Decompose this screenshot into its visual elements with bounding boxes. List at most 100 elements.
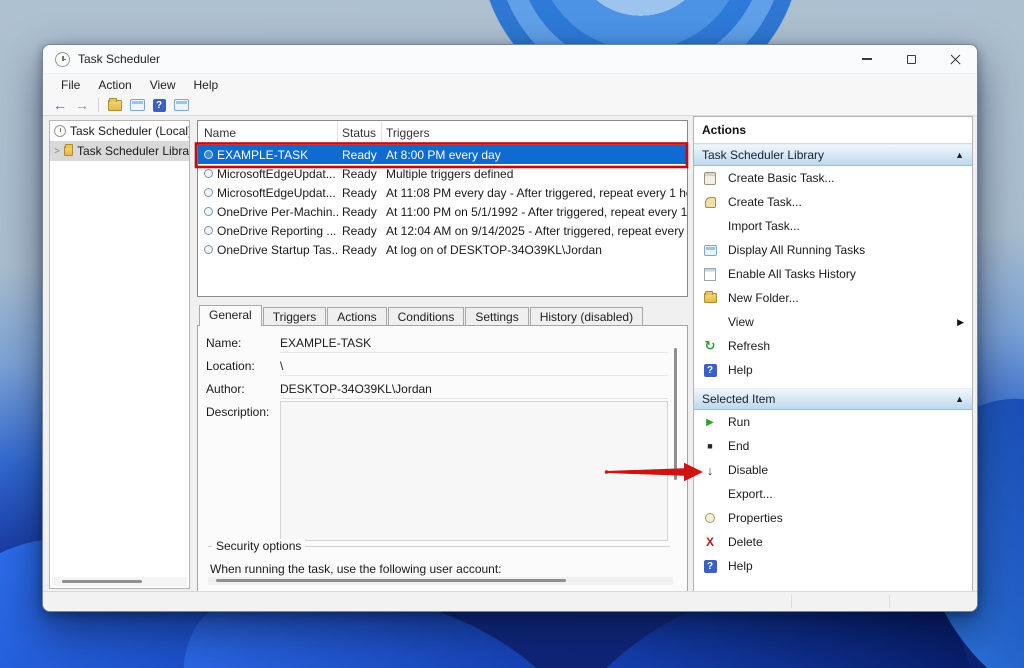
task-clock-icon [204, 169, 213, 178]
table-row[interactable]: MicrosoftEdgeUpdat... Ready Multiple tri… [198, 164, 687, 183]
minimize-icon [862, 58, 872, 59]
menu-help[interactable]: Help [186, 76, 227, 94]
create-basic-task-icon [702, 172, 718, 185]
action-enable-all-tasks-history[interactable]: Enable All Tasks History [694, 262, 972, 286]
tab-conditions[interactable]: Conditions [388, 307, 465, 326]
general-tab-panel: Name: EXAMPLE-TASK Location: \ Author: D… [197, 325, 688, 592]
end-icon: ■ [702, 441, 718, 451]
location-label: Location: [206, 359, 280, 376]
column-header-name[interactable]: Name [198, 121, 338, 144]
minimize-button[interactable] [845, 45, 889, 73]
action-help-library[interactable]: ? Help [694, 358, 972, 382]
action-end[interactable]: ■ End [694, 434, 972, 458]
collapse-icon[interactable]: ▲ [955, 394, 964, 404]
console-tree-pane: Task Scheduler (Local) > Task Scheduler … [49, 120, 190, 589]
tab-settings[interactable]: Settings [465, 307, 528, 326]
tree-horizontal-scrollbar[interactable] [52, 577, 187, 586]
name-label: Name: [206, 336, 280, 353]
maximize-button[interactable] [889, 45, 933, 73]
action-export[interactable]: Export... [694, 482, 972, 506]
menu-file[interactable]: File [53, 76, 88, 94]
tree-item-task-scheduler-local[interactable]: Task Scheduler (Local) [50, 121, 189, 141]
action-create-basic-task[interactable]: Create Basic Task... [694, 166, 972, 190]
task-list-header: Name Status Triggers [198, 121, 687, 145]
action-run[interactable]: ▶ Run [694, 410, 972, 434]
collapse-icon[interactable]: ▲ [955, 150, 964, 160]
window-content: Task Scheduler (Local) > Task Scheduler … [43, 116, 977, 591]
task-triggers: At 12:04 AM on 9/14/2025 - After trigger… [382, 221, 687, 240]
close-button[interactable] [933, 45, 977, 73]
maximize-icon [907, 55, 916, 64]
task-clock-icon [204, 207, 213, 216]
submenu-chevron-icon: ▶ [957, 317, 964, 328]
console-window-icon [130, 99, 145, 111]
name-value: EXAMPLE-TASK [280, 336, 668, 353]
action-disable[interactable]: ↓ Disable [694, 458, 972, 482]
action-new-folder[interactable]: New Folder... [694, 286, 972, 310]
task-clock-icon [204, 245, 213, 254]
task-clock-icon [204, 188, 213, 197]
table-row[interactable]: MicrosoftEdgeUpdat... Ready At 11:08 PM … [198, 183, 687, 202]
task-name: OneDrive Startup Tas... [217, 243, 338, 257]
help-icon: ? [702, 560, 718, 573]
show-hide-tree-button[interactable] [106, 97, 124, 114]
table-row[interactable]: OneDrive Per-Machin... Ready At 11:00 PM… [198, 202, 687, 221]
details-vertical-scrollbar[interactable] [674, 348, 677, 480]
tree-scroll-thumb[interactable] [62, 580, 142, 583]
toolbar-help-button[interactable]: ? [150, 97, 168, 114]
action-refresh[interactable]: ↻ Refresh [694, 334, 972, 358]
details-scroll-thumb[interactable] [216, 579, 566, 582]
properties-clock-icon [702, 513, 718, 523]
menu-action[interactable]: Action [90, 76, 139, 94]
table-row-example-task[interactable]: EXAMPLE-TASK Ready At 8:00 PM every day [198, 145, 687, 164]
task-name: EXAMPLE-TASK [217, 148, 308, 162]
task-status: Ready [338, 221, 382, 240]
security-options-label: Security options [212, 539, 305, 553]
tab-general[interactable]: General [199, 305, 262, 326]
actions-pane: Actions Task Scheduler Library ▲ Create … [693, 116, 973, 593]
section-header-task-scheduler-library[interactable]: Task Scheduler Library ▲ [694, 144, 972, 166]
task-status: Ready [338, 145, 382, 164]
security-options-group: Security options [208, 546, 670, 547]
action-view[interactable]: View ▶ [694, 310, 972, 334]
tab-triggers[interactable]: Triggers [263, 307, 327, 326]
details-horizontal-scrollbar[interactable] [208, 577, 673, 585]
action-properties[interactable]: Properties [694, 506, 972, 530]
action-display-all-running-tasks[interactable]: Display All Running Tasks [694, 238, 972, 262]
section-header-label: Task Scheduler Library [702, 148, 824, 162]
disable-icon: ↓ [702, 463, 718, 478]
task-name: OneDrive Per-Machin... [217, 205, 338, 219]
forward-arrow-icon: → [75, 97, 89, 113]
tab-history[interactable]: History (disabled) [530, 307, 643, 326]
action-help-selected[interactable]: ? Help [694, 554, 972, 578]
task-triggers: Multiple triggers defined [382, 164, 687, 183]
show-hide-console-button[interactable] [128, 97, 146, 114]
action-create-task[interactable]: Create Task... [694, 190, 972, 214]
desktop: { "window": { "title": "Task Scheduler",… [0, 0, 1024, 668]
menu-bar: File Action View Help [43, 74, 977, 95]
tree-root-label: Task Scheduler (Local) [70, 124, 190, 138]
back-button[interactable]: ← [51, 97, 69, 114]
action-import-task[interactable]: Import Task... [694, 214, 972, 238]
tree-library-label: Task Scheduler Libra [77, 144, 189, 158]
run-icon: ▶ [702, 417, 718, 428]
new-folder-icon [702, 293, 718, 303]
action-delete[interactable]: X Delete [694, 530, 972, 554]
tree-item-task-scheduler-library[interactable]: > Task Scheduler Libra [50, 141, 189, 161]
tree-expand-chevron-icon[interactable]: > [54, 146, 60, 157]
table-row[interactable]: OneDrive Startup Tas... Ready At log on … [198, 240, 687, 259]
task-scheduler-window: Task Scheduler File Action View Help ← →… [42, 44, 978, 612]
column-header-triggers[interactable]: Triggers [382, 121, 687, 144]
column-header-status[interactable]: Status [338, 121, 382, 144]
section-header-selected-item[interactable]: Selected Item ▲ [694, 388, 972, 410]
tab-actions[interactable]: Actions [327, 307, 386, 326]
task-triggers: At 11:00 PM on 5/1/1992 - After triggere… [382, 202, 687, 221]
toolbar-separator [98, 98, 99, 112]
author-value: DESKTOP-34O39KL\Jordan [280, 382, 668, 399]
folder-icon [108, 100, 122, 111]
task-status: Ready [338, 183, 382, 202]
forward-button[interactable]: → [73, 97, 91, 114]
show-hide-action-pane-button[interactable] [172, 97, 190, 114]
menu-view[interactable]: View [142, 76, 184, 94]
table-row[interactable]: OneDrive Reporting ... Ready At 12:04 AM… [198, 221, 687, 240]
